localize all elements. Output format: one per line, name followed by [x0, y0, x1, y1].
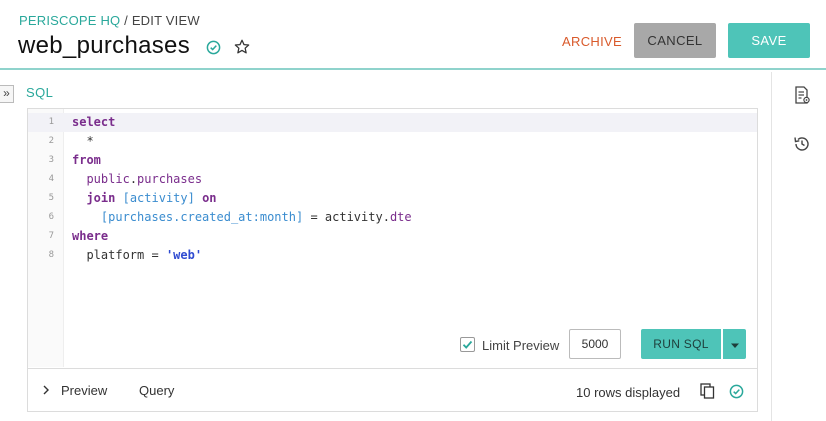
breadcrumb-current: EDIT VIEW: [131, 13, 200, 28]
page-title: web_purchases: [18, 32, 191, 59]
run-sql-button[interactable]: RUN SQL: [641, 329, 721, 359]
limit-preview-label: Limit Preview: [482, 338, 560, 353]
document-settings-icon[interactable]: [792, 85, 812, 105]
line-number: 5: [48, 193, 54, 203]
archive-button[interactable]: ARCHIVE: [558, 25, 626, 57]
line-number: 6: [48, 212, 54, 222]
cancel-button[interactable]: CANCEL: [634, 23, 716, 58]
code-line-4: public.purchases: [86, 172, 203, 186]
code-line-3: from: [72, 153, 101, 167]
save-button[interactable]: SAVE: [728, 23, 810, 58]
line-number: 8: [48, 250, 54, 260]
history-icon[interactable]: [792, 134, 812, 154]
sql-section-label: SQL: [26, 85, 54, 100]
breadcrumb: PERISCOPE HQ / EDIT VIEW: [19, 13, 200, 28]
breadcrumb-org-link[interactable]: PERISCOPE HQ: [19, 13, 120, 28]
line-number: 3: [48, 155, 54, 165]
tab-preview[interactable]: Preview: [61, 383, 107, 398]
chevron-right-icon[interactable]: [40, 384, 52, 396]
tab-query[interactable]: Query: [139, 383, 174, 398]
code-line-7: where: [72, 229, 109, 243]
copy-icon[interactable]: [700, 383, 715, 399]
breadcrumb-separator: /: [120, 13, 132, 28]
caret-down-icon: [730, 343, 739, 348]
code-line-1: select: [72, 115, 116, 129]
app-header: PERISCOPE HQ / EDIT VIEW web_purchases A…: [0, 0, 826, 70]
right-rail: [771, 72, 826, 421]
check-circle-icon: [729, 384, 744, 399]
sql-editor-panel: 1 2 3 4 5 6 7 8 select * from public.pur…: [27, 108, 758, 412]
line-number: 4: [48, 174, 54, 184]
check-circle-icon: [206, 40, 221, 55]
limit-preview-input[interactable]: [569, 329, 621, 359]
line-number: 2: [48, 136, 54, 146]
rows-displayed-count: 10 rows displayed: [576, 385, 681, 400]
code-line-6: [purchases.created_at:month] = activity.…: [100, 210, 412, 224]
star-outline-icon[interactable]: [233, 38, 251, 56]
expand-panel-toggle[interactable]: »: [0, 85, 14, 103]
limit-preview-checkbox[interactable]: [460, 337, 475, 352]
code-line-5: join [activity] on: [86, 191, 217, 205]
line-number: 1: [48, 117, 54, 127]
checkmark-icon: [462, 340, 473, 349]
results-bar: Preview Query 10 rows displayed: [28, 368, 757, 411]
code-line-2: *: [86, 134, 94, 148]
code-line-8: platform = 'web': [86, 248, 203, 262]
run-sql-dropdown-button[interactable]: [723, 329, 746, 359]
line-number: 7: [48, 231, 54, 241]
